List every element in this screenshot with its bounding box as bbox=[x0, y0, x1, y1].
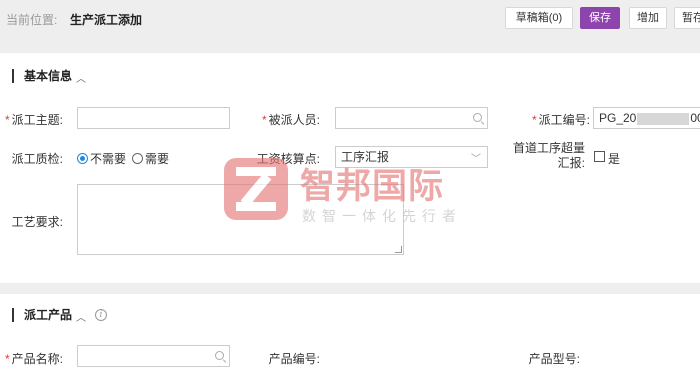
wage-point-label: 工资核算点: bbox=[256, 152, 320, 166]
collapse-chevron-up-icon[interactable]: ︿ bbox=[76, 309, 86, 324]
stage-button[interactable]: 暂存 bbox=[674, 7, 700, 29]
search-icon[interactable] bbox=[473, 113, 482, 122]
drafts-button[interactable]: 草稿箱(0) bbox=[505, 7, 573, 29]
redacted-block bbox=[637, 112, 690, 125]
subject-input[interactable] bbox=[77, 107, 230, 129]
product-name-label: * 产品名称: bbox=[4, 352, 63, 366]
dispatch-number-input[interactable]: PG_20001 bbox=[593, 107, 700, 129]
quality-option-required[interactable]: 需要 bbox=[132, 150, 169, 167]
craft-requirement-label: 工艺要求: bbox=[11, 215, 63, 229]
save-button[interactable]: 保存 bbox=[580, 7, 620, 29]
location-label: 当前位置: bbox=[6, 13, 58, 27]
assignee-label: * 被派人员: bbox=[261, 113, 320, 127]
radio-unselected-icon[interactable] bbox=[132, 153, 143, 164]
product-code-label: 产品编号: bbox=[268, 352, 320, 366]
quality-check-label: 派工质检: bbox=[11, 152, 63, 166]
product-card: 派工产品 ︿ i * 产品名称: 产品编号: 产品型号: bbox=[0, 294, 700, 384]
top-bar: 当前位置: 生产派工添加 草稿箱(0) 保存 增加 暂存 bbox=[0, 0, 700, 38]
product-model-label: 产品型号: bbox=[528, 352, 580, 366]
collapse-chevron-up-icon[interactable]: ︿ bbox=[76, 70, 86, 85]
quality-option-not-required[interactable]: 不需要 bbox=[77, 150, 126, 167]
wage-point-select[interactable]: 工序汇报 ﹀ bbox=[335, 146, 488, 168]
radio-selected-icon[interactable] bbox=[77, 153, 88, 164]
product-section-title: 派工产品 bbox=[12, 308, 72, 322]
assignee-input[interactable] bbox=[335, 107, 488, 129]
page-title: 生产派工添加 bbox=[70, 13, 143, 27]
basic-info-title: 基本信息 bbox=[12, 69, 72, 83]
add-button[interactable]: 增加 bbox=[629, 7, 667, 29]
info-icon[interactable]: i bbox=[95, 309, 107, 321]
dispatch-number-label: * 派工编号: bbox=[531, 113, 590, 127]
subject-label: * 派工主题: bbox=[4, 113, 63, 127]
first-process-option-label: 是 bbox=[608, 152, 621, 166]
search-icon[interactable] bbox=[215, 351, 224, 360]
first-process-checkbox[interactable] bbox=[594, 151, 605, 162]
product-name-input[interactable] bbox=[77, 345, 230, 367]
craft-requirement-textarea[interactable] bbox=[77, 184, 404, 255]
first-process-label: 首道工序超量 汇报: bbox=[512, 141, 585, 170]
chevron-down-icon: ﹀ bbox=[471, 154, 481, 165]
basic-info-card: 基本信息 ︿ *派工主题: *被派人员: *派工编号: PG_20001 派工质… bbox=[0, 53, 700, 283]
resize-handle-icon[interactable] bbox=[395, 246, 402, 253]
